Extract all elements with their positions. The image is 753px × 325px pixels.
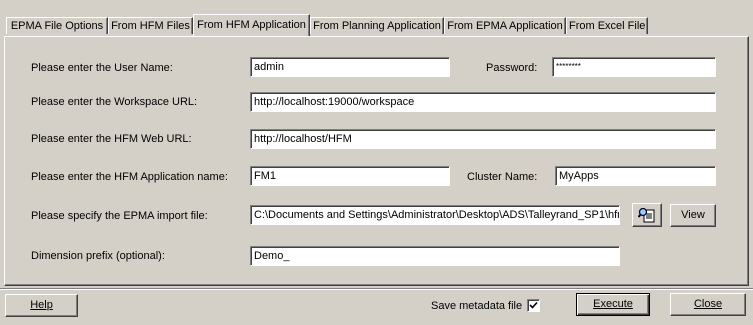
view-button[interactable]: View (670, 204, 716, 227)
cluster-name-label: Cluster Name: (467, 171, 538, 183)
hfm-web-url-input[interactable]: http://localhost/HFM (250, 129, 716, 149)
browse-file-icon (637, 207, 656, 227)
tab-from-epma-application[interactable]: From EPMA Application (444, 17, 566, 34)
workspace-url-label: Please enter the Workspace URL: (31, 96, 198, 108)
footer-divider (0, 288, 753, 290)
hfm-app-name-input[interactable]: FM1 (250, 166, 450, 186)
tab-from-planning-application[interactable]: From Planning Application (310, 17, 444, 34)
cluster-name-input[interactable]: MyApps (555, 166, 716, 186)
save-metadata-checkbox[interactable] (527, 299, 540, 312)
tab-from-excel-file[interactable]: From Excel File (566, 17, 648, 34)
browse-button[interactable] (632, 203, 662, 227)
execute-button[interactable]: Execute (576, 293, 650, 316)
save-metadata-label: Save metadata file (431, 300, 523, 312)
import-file-input[interactable]: C:\Documents and Settings\Administrator\… (250, 205, 620, 225)
help-button[interactable]: Help (5, 294, 78, 317)
close-button[interactable]: Close (670, 293, 746, 316)
tab-epma-file-options[interactable]: EPMA File Options (6, 17, 108, 34)
password-input[interactable]: ******** (552, 57, 716, 77)
tab-strip: EPMA File Options From HFM Files From HF… (4, 14, 748, 37)
close-button-label: Close (693, 298, 723, 310)
execute-button-label: Execute (593, 298, 633, 310)
import-file-label: Please specify the EPMA import file: (31, 210, 208, 222)
hfm-app-name-label: Please enter the HFM Application name: (31, 171, 228, 183)
tab-from-hfm-files[interactable]: From HFM Files (108, 17, 193, 34)
workspace-url-input[interactable]: http://localhost:19000/workspace (250, 92, 716, 112)
hfm-web-url-label: Please enter the HFM Web URL: (31, 133, 192, 145)
checkmark-icon (528, 300, 539, 311)
dimension-prefix-label: Dimension prefix (optional): (31, 250, 165, 262)
dimension-prefix-input[interactable]: Demo_ (250, 246, 620, 266)
user-name-label: Please enter the User Name: (31, 62, 173, 74)
tab-from-hfm-application[interactable]: From HFM Application (193, 14, 310, 36)
help-button-label: Help (30, 299, 53, 311)
user-name-input[interactable]: admin (250, 57, 450, 77)
password-label: Password: (486, 62, 538, 74)
